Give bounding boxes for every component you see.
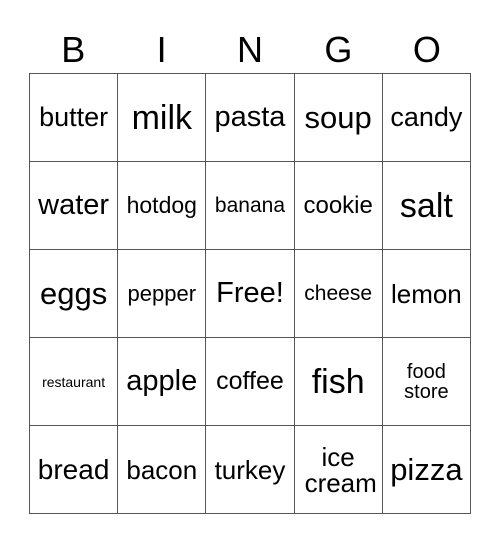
header-letter-i: I — [156, 29, 167, 70]
bingo-cell[interactable]: bacon — [117, 425, 207, 514]
grid-row: butter milk pasta soup candy — [28, 73, 472, 162]
bingo-cell[interactable]: ice cream — [293, 425, 383, 514]
grid-row: eggs pepper Free! cheese lemon — [28, 249, 472, 338]
grid-row: water hotdog banana cookie salt — [28, 161, 472, 250]
bingo-cell[interactable]: milk — [117, 73, 207, 162]
bingo-cell[interactable]: salt — [381, 161, 472, 250]
bingo-cell[interactable]: turkey — [205, 425, 295, 514]
bingo-cell[interactable]: lemon — [381, 249, 472, 338]
bingo-cell[interactable]: coffee — [205, 337, 295, 426]
header-letter-g: G — [324, 29, 353, 70]
bingo-cell[interactable]: fish — [293, 337, 383, 426]
bingo-cell[interactable]: soup — [293, 73, 383, 162]
bingo-cell[interactable]: candy — [381, 73, 472, 162]
bingo-cell[interactable]: banana — [205, 161, 295, 250]
grid-row: restaurant apple coffee fish food store — [28, 337, 472, 426]
bingo-cell[interactable]: pizza — [381, 425, 472, 514]
bingo-cell[interactable]: cookie — [293, 161, 383, 250]
bingo-cell[interactable]: hotdog — [117, 161, 207, 250]
bingo-cell[interactable]: water — [28, 161, 119, 250]
bingo-cell[interactable]: food store — [381, 337, 472, 426]
grid-row: bread bacon turkey ice cream pizza — [28, 425, 472, 514]
header-letter-b: B — [61, 29, 86, 70]
bingo-cell[interactable]: apple — [117, 337, 207, 426]
bingo-cell[interactable]: bread — [28, 425, 119, 514]
free-space-cell[interactable]: Free! — [205, 249, 295, 338]
bingo-cell[interactable]: butter — [28, 73, 119, 162]
bingo-grid: butter milk pasta soup candy water hotdo… — [28, 73, 472, 514]
bingo-cell[interactable]: cheese — [293, 249, 383, 338]
header-letter-o: O — [412, 29, 441, 70]
bingo-header: B I N G O — [29, 30, 471, 70]
bingo-cell[interactable]: eggs — [28, 249, 119, 338]
header-letter-n: N — [237, 29, 264, 70]
bingo-cell[interactable]: pasta — [205, 73, 295, 162]
bingo-cell[interactable]: pepper — [117, 249, 207, 338]
bingo-cell[interactable]: restaurant — [28, 337, 119, 426]
